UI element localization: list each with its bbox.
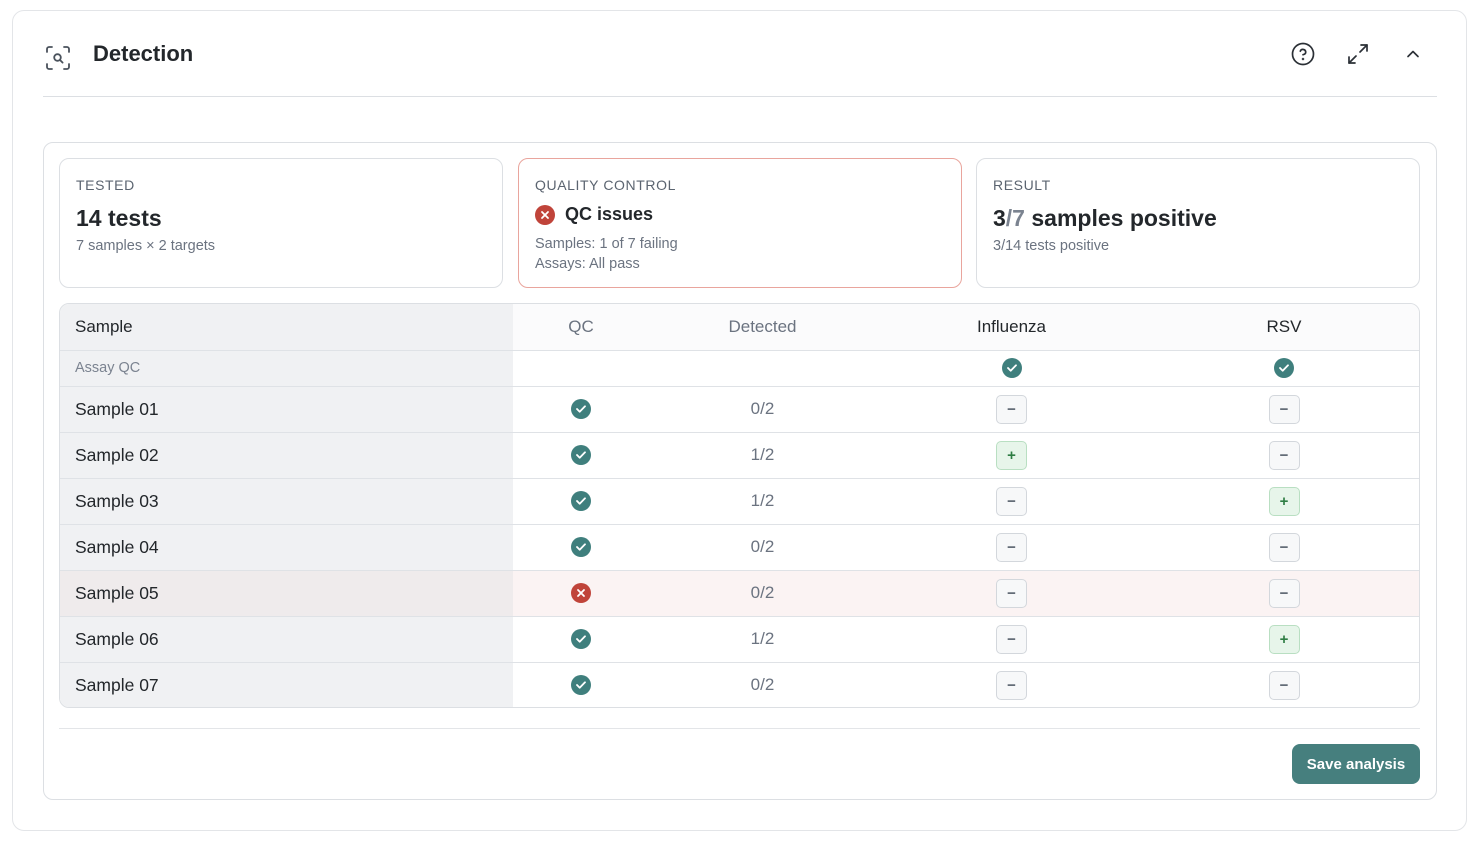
footer-divider [59, 728, 1420, 729]
col-influenza[interactable]: Influenza [876, 304, 1147, 351]
tested-label: TESTED [76, 177, 135, 193]
result-positive: 3 [993, 205, 1006, 231]
detected-count: 0/2 [649, 524, 876, 571]
result-suffix: samples positive [1024, 205, 1217, 231]
table-row[interactable]: Sample 07 0/2 − − [60, 662, 1419, 707]
col-sample[interactable]: Sample [60, 304, 513, 351]
detected-count: 0/2 [649, 386, 876, 433]
sample-name: Sample 01 [60, 386, 513, 433]
qc-status-cell [513, 432, 649, 479]
qc-status-cell [513, 478, 649, 525]
detected-count: 1/2 [649, 478, 876, 525]
chevron-up-icon [1407, 50, 1419, 58]
sample-name: Sample 07 [60, 662, 513, 707]
qc-label: QUALITY CONTROL [535, 177, 676, 193]
qc-assays: Assays: All pass [535, 256, 640, 272]
help-icon [1291, 42, 1315, 66]
table-row[interactable]: Sample 02 1/2 + − [60, 432, 1419, 479]
detected-count: 1/2 [649, 432, 876, 479]
sample-name: Sample 02 [60, 432, 513, 479]
rsv-result-toggle[interactable]: − [1268, 394, 1300, 424]
qc-status-cell [513, 524, 649, 571]
expand-button[interactable] [1344, 40, 1372, 68]
qc-status-text: QC issues [565, 204, 654, 224]
collapse-button[interactable] [1399, 40, 1427, 68]
table-row[interactable]: Sample 05 0/2 − − [60, 570, 1419, 617]
table-row[interactable]: Sample 06 1/2 − + [60, 616, 1419, 663]
error-icon [571, 583, 591, 603]
rsv-result-toggle[interactable]: − [1268, 578, 1300, 608]
influenza-result-toggle[interactable]: − [996, 670, 1027, 700]
table-row[interactable]: Sample 01 0/2 − − [60, 386, 1419, 433]
check-icon [1274, 358, 1294, 378]
result-value: 3/7 samples positive [993, 205, 1403, 232]
qc-status-cell [513, 386, 649, 433]
influenza-result-toggle[interactable]: − [996, 578, 1027, 608]
table-row[interactable]: Sample 04 0/2 − − [60, 524, 1419, 571]
tested-value: 14 tests [76, 205, 162, 231]
check-icon [571, 445, 591, 465]
check-icon [571, 399, 591, 419]
col-qc[interactable]: QC [513, 304, 649, 351]
result-card: RESULT 3/7 samples positive 3/14 tests p… [976, 158, 1420, 288]
detected-count: 0/2 [750, 675, 775, 695]
qc-status-cell [513, 570, 649, 617]
qc-status: QC issues [535, 204, 945, 225]
sample-name: Sample 04 [60, 524, 513, 571]
error-icon [535, 204, 555, 225]
influenza-result-toggle[interactable]: − [996, 532, 1027, 562]
rsv-result-toggle[interactable]: + [1268, 486, 1300, 516]
detected-count: 1/2 [649, 616, 876, 663]
sample-name: Sample 03 [60, 478, 513, 525]
detection-table: Sample QC Detected Influenza RSV Assay Q… [59, 303, 1420, 708]
check-icon [571, 491, 591, 511]
qc-status-cell [513, 662, 649, 707]
tested-sub: 7 samples × 2 targets [76, 238, 216, 254]
scan-search-icon [46, 46, 70, 70]
save-analysis-button[interactable]: Save analysis [1292, 744, 1420, 784]
assay-qc-label: Assay QC [60, 350, 513, 387]
qc-status-cell [513, 616, 649, 663]
tested-card: TESTED 14 tests 7 samples × 2 targets [59, 158, 503, 288]
panel-header: Detection [43, 11, 1437, 97]
check-icon [1001, 358, 1022, 378]
col-detected[interactable]: Detected [649, 304, 876, 351]
check-icon [571, 629, 591, 649]
influenza-result-toggle[interactable]: − [996, 394, 1027, 424]
assay-qc-row: Assay QC [60, 350, 1419, 387]
detection-panel: Detection TESTED 14 tests 7 samples × 2 … [12, 10, 1467, 831]
table-header: Sample QC Detected Influenza RSV [60, 304, 1419, 351]
rsv-result-toggle[interactable]: + [1268, 624, 1300, 654]
detection-content: TESTED 14 tests 7 samples × 2 targets QU… [43, 142, 1437, 800]
result-sub: 3/14 tests positive [993, 238, 1110, 254]
influenza-result-toggle[interactable]: − [996, 624, 1027, 654]
table-row[interactable]: Sample 03 1/2 − + [60, 478, 1419, 525]
qc-samples: Samples: 1 of 7 failing [535, 236, 678, 252]
sample-name: Sample 06 [60, 616, 513, 663]
panel-title: Detection [93, 41, 194, 66]
check-icon [571, 675, 591, 696]
rsv-result-toggle[interactable]: − [1268, 440, 1300, 470]
influenza-result-toggle[interactable]: + [996, 440, 1027, 470]
influenza-result-toggle[interactable]: − [996, 486, 1027, 516]
sample-name: Sample 05 [60, 570, 513, 617]
rsv-result-toggle[interactable]: − [1268, 532, 1300, 562]
result-total: /7 [1005, 205, 1025, 231]
help-button[interactable] [1289, 40, 1317, 68]
rsv-result-toggle[interactable]: − [1268, 670, 1300, 700]
detected-count: 0/2 [649, 570, 876, 617]
quality-control-card: QUALITY CONTROL QC issues Samples: 1 of … [518, 158, 962, 288]
result-label: RESULT [993, 177, 1051, 193]
expand-icon [1348, 44, 1368, 64]
check-icon [571, 537, 591, 557]
col-rsv[interactable]: RSV [1147, 304, 1419, 351]
